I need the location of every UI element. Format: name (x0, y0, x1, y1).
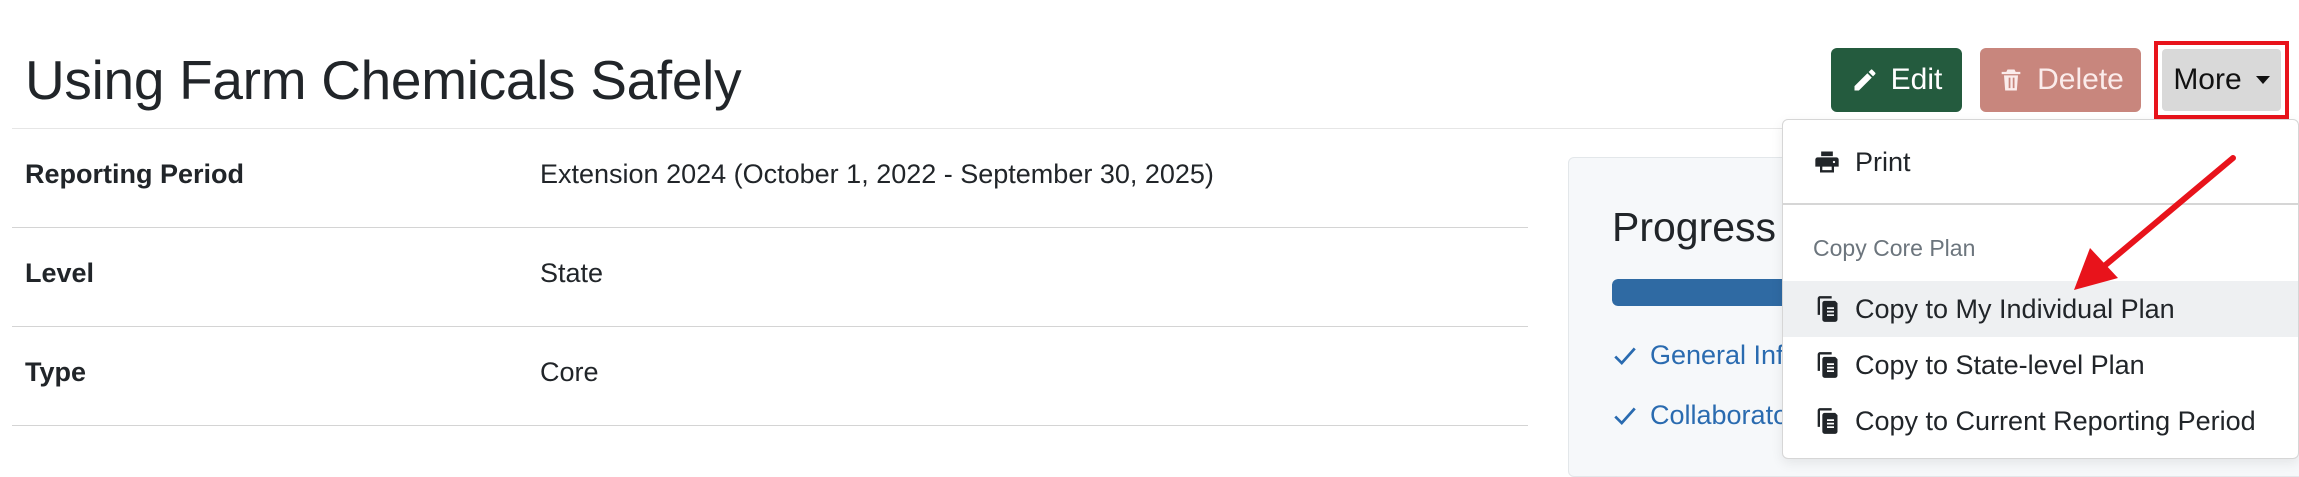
details-label: Reporting Period (25, 159, 245, 189)
delete-button-label: Delete (2037, 63, 2124, 96)
details-row-type: Type Core (12, 327, 1528, 426)
details-table: Reporting Period Extension 2024 (October… (12, 129, 1528, 426)
progress-item-link[interactable]: Collaborato (1612, 400, 1788, 431)
details-label: Level (25, 258, 95, 288)
copy-document-icon (1817, 408, 1838, 434)
caret-down-icon (2255, 76, 2270, 84)
edit-button-label: Edit (1890, 63, 1943, 96)
edit-button[interactable]: Edit (1831, 48, 1962, 112)
more-button-highlight: More (2154, 41, 2289, 119)
copy-document-icon (1817, 296, 1838, 322)
annotation-arrow-icon (2074, 155, 2236, 290)
trash-icon (2001, 69, 2021, 91)
checkmark-icon (1614, 347, 1636, 365)
more-button-label: More (2173, 63, 2242, 96)
menu-item-copy-to-current-period[interactable]: Copy to Current Reporting Period (1783, 393, 2298, 449)
progress-item-link[interactable]: General Inf (1612, 340, 1784, 371)
details-value: State (540, 258, 604, 288)
details-row-level: Level State (12, 228, 1528, 327)
menu-item-label: Copy to Current Reporting Period (1855, 405, 2256, 436)
details-value: Core (540, 357, 599, 387)
delete-button[interactable]: Delete (1980, 48, 2141, 112)
progress-title: Progress (1612, 204, 1777, 250)
details-value: Extension 2024 (October 1, 2022 - Septem… (540, 159, 1214, 189)
progress-item-label: Collaborato (1650, 400, 1789, 430)
menu-item-label: Print (1855, 146, 1911, 177)
page-title: Using Farm Chemicals Safely (25, 49, 742, 111)
menu-item-copy-to-state-plan[interactable]: Copy to State-level Plan (1783, 337, 2298, 393)
more-dropdown-button[interactable]: More (2162, 49, 2281, 111)
pencil-icon (1854, 69, 1876, 91)
copy-document-icon (1817, 352, 1838, 378)
menu-section-header: Copy Core Plan (1813, 235, 1976, 261)
menu-item-label: Copy to State-level Plan (1855, 349, 2145, 380)
checkmark-icon (1614, 407, 1636, 425)
details-label: Type (25, 357, 87, 387)
details-row-reporting-period: Reporting Period Extension 2024 (October… (12, 129, 1528, 228)
printer-icon (1815, 151, 1839, 173)
progress-item-label: General Inf (1650, 340, 1784, 370)
